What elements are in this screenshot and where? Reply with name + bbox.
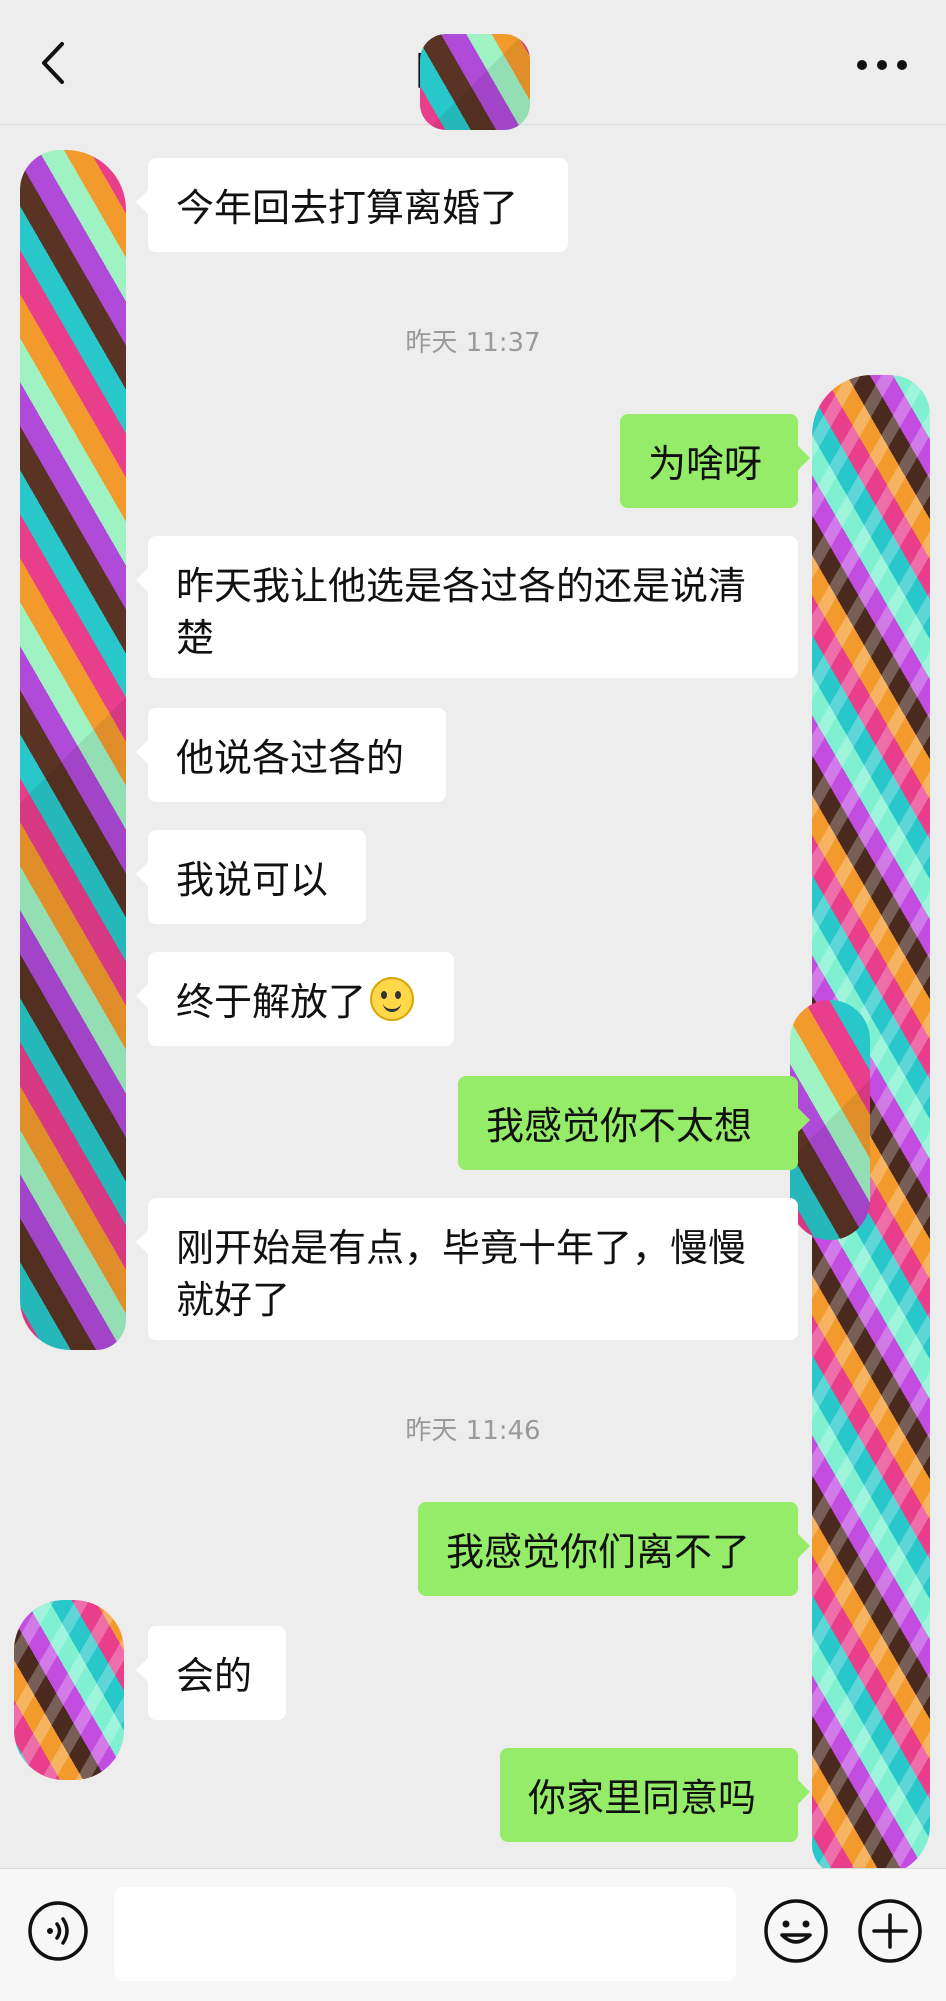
incoming-message[interactable]: 昨天我让他选是各过各的还是说清楚 [136,536,798,678]
incoming-message[interactable]: 刚开始是有点，毕竟十年了，慢慢就好了 [136,1198,798,1340]
title-redaction-mosaic [420,34,530,130]
plus-icon[interactable] [856,1897,924,1965]
chat-header: 陈丽丽 [0,0,946,130]
outgoing-message[interactable]: 你家里同意吗 [500,1748,810,1842]
contact-avatar[interactable] [14,1600,124,1780]
incoming-message[interactable]: 今年回去打算离婚了 [136,158,568,252]
outgoing-message[interactable]: 为啥呀 [620,414,810,508]
outgoing-message[interactable]: 我感觉你们离不了 [418,1502,810,1596]
message-text: 终于解放了 [176,980,367,1024]
message-timestamp: 昨天 11:46 [405,1416,541,1446]
message-input[interactable] [114,1887,736,1981]
message-timestamp: 昨天 11:37 [405,328,541,358]
smile-emoji-icon [370,977,415,1021]
input-bar [0,1868,946,2001]
incoming-message[interactable]: 终于解放了 [136,952,454,1046]
incoming-message[interactable]: 会的 [136,1626,286,1720]
more-dots-icon[interactable] [852,40,912,90]
incoming-message[interactable]: 我说可以 [136,830,366,924]
voice-icon[interactable] [26,1899,90,1963]
incoming-message[interactable]: 他说各过各的 [136,708,446,802]
outgoing-message[interactable]: 我感觉你不太想 [458,1076,810,1170]
emoji-icon[interactable] [762,1897,830,1965]
